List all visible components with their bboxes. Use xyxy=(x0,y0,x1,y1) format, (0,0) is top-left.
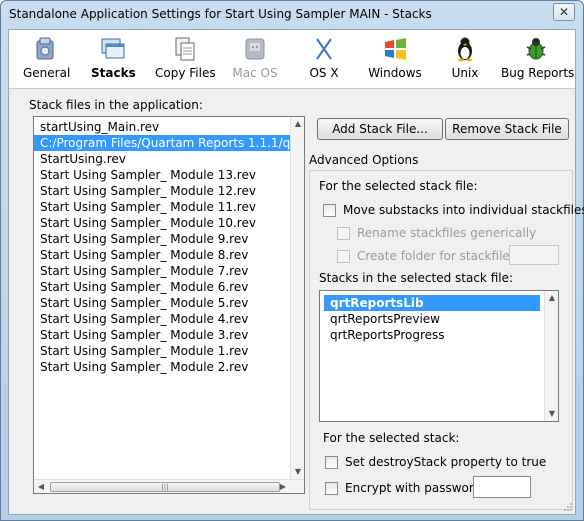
checkbox-box[interactable] xyxy=(325,455,338,469)
unix-penguin-icon xyxy=(458,37,472,62)
checkbox-box[interactable] xyxy=(325,481,338,495)
list-item[interactable]: qrtReportsPreview xyxy=(324,311,558,327)
stack-files-label: Stack files in the application: xyxy=(29,98,203,112)
horizontal-scrollbar[interactable]: ◀ ||| ▶ xyxy=(34,479,304,493)
close-icon: ✕ xyxy=(558,5,570,19)
settings-window: Standalone Application Settings for Star… xyxy=(0,0,584,521)
list-item[interactable]: Start Using Sampler_ Module 10.rev xyxy=(34,215,304,231)
encrypt-checkbox[interactable]: Encrypt with password: xyxy=(325,481,485,495)
list-item[interactable]: Start Using Sampler_ Module 6.rev xyxy=(34,279,304,295)
windows-icon xyxy=(385,38,406,60)
list-item[interactable]: Start Using Sampler_ Module 8.rev xyxy=(34,247,304,263)
list-item[interactable]: Start Using Sampler_ Module 13.rev xyxy=(34,167,304,183)
list-item[interactable]: qrtReportsProgress xyxy=(324,327,558,343)
list-item-selected[interactable]: qrtReportsLib xyxy=(324,295,540,311)
tab-general[interactable]: General xyxy=(23,35,71,85)
scroll-up-arrow-icon[interactable]: ▲ xyxy=(291,117,304,131)
scroll-up-arrow-icon[interactable]: ▲ xyxy=(545,291,558,305)
client-area: General Stacks Copy Files Mac OS OS X Wi… xyxy=(8,29,584,515)
mac-os-icon xyxy=(245,38,265,60)
checkbox-box[interactable] xyxy=(337,249,350,263)
vertical-scrollbar[interactable]: ▲ ▼ xyxy=(544,291,558,421)
create-folder-checkbox[interactable]: Create folder for stackfiles: xyxy=(337,249,520,263)
vertical-scrollbar[interactable]: ▲ ▼ xyxy=(290,117,304,479)
list-item[interactable]: Start Using Sampler_ Module 2.rev xyxy=(34,359,304,375)
selected-stack-label: For the selected stack: xyxy=(323,431,460,445)
list-item[interactable]: Start Using Sampler_ Module 9.rev xyxy=(34,231,304,247)
add-stack-file-button[interactable]: Add Stack File... xyxy=(317,118,443,140)
tab-bug-reports[interactable]: Bug Reports xyxy=(501,35,575,85)
tab-unix-label: Unix xyxy=(451,66,479,80)
list-item[interactable]: Start Using Sampler_ Module 1.rev xyxy=(34,343,304,359)
destroy-stack-checkbox[interactable]: Set destroyStack property to true xyxy=(325,455,546,469)
list-item[interactable]: Start Using Sampler_ Module 4.rev xyxy=(34,311,304,327)
list-item[interactable]: Start Using Sampler_ Module 11.rev xyxy=(34,199,304,215)
stacks-in-file-label: Stacks in the selected stack file: xyxy=(319,271,514,285)
tab-copy-files[interactable]: Copy Files xyxy=(155,35,216,85)
rename-generically-label: Rename stackfiles generically xyxy=(357,226,537,240)
stack-files-rows: startUsing_Main.rev C:/Program Files/Qua… xyxy=(34,117,304,375)
advanced-options-title: Advanced Options xyxy=(309,153,419,167)
move-substacks-label: Move substacks into individual stackfile… xyxy=(343,203,584,217)
title-bar[interactable]: Standalone Application Settings for Star… xyxy=(1,1,583,28)
tab-os-x-label: OS X xyxy=(309,66,339,80)
move-substacks-checkbox[interactable]: Move substacks into individual stackfile… xyxy=(323,203,584,217)
copy-files-icon xyxy=(175,37,195,61)
list-item[interactable]: Start Using Sampler_ Module 3.rev xyxy=(34,327,304,343)
selected-stack-file-label: For the selected stack file: xyxy=(319,179,478,193)
tab-stacks[interactable]: Stacks xyxy=(91,35,136,85)
encrypt-label: Encrypt with password: xyxy=(345,481,486,495)
tab-bug-reports-label: Bug Reports xyxy=(501,66,575,80)
password-field[interactable] xyxy=(473,476,531,498)
stacks-rows: qrtReportsLib qrtReportsPreview qrtRepor… xyxy=(320,291,558,343)
toolbar-divider xyxy=(9,88,575,89)
tab-mac-os[interactable]: Mac OS xyxy=(231,35,279,85)
list-item-selected[interactable]: C:/Program Files/Quartam Reports 1.1.1/q… xyxy=(34,135,304,151)
stacks-list[interactable]: qrtReportsLib qrtReportsPreview qrtRepor… xyxy=(319,290,559,422)
scroll-down-arrow-icon[interactable]: ▼ xyxy=(545,407,558,421)
list-item[interactable]: Start Using Sampler_ Module 12.rev xyxy=(34,183,304,199)
list-item[interactable]: startUsing_Main.rev xyxy=(34,119,304,135)
tab-mac-os-label: Mac OS xyxy=(232,66,278,80)
rename-generically-checkbox[interactable]: Rename stackfiles generically xyxy=(337,226,536,240)
tab-copy-files-label: Copy Files xyxy=(155,66,216,80)
stack-files-list[interactable]: startUsing_Main.rev C:/Program Files/Qua… xyxy=(33,116,305,494)
list-item[interactable]: Start Using Sampler_ Module 7.rev xyxy=(34,263,304,279)
list-item[interactable]: StartUsing.rev xyxy=(34,151,304,167)
tab-unix[interactable]: Unix xyxy=(449,35,481,85)
scroll-left-arrow-icon[interactable]: ◀ xyxy=(34,480,48,493)
stacks-icon xyxy=(101,38,125,59)
bug-icon xyxy=(526,38,546,60)
tab-os-x[interactable]: OS X xyxy=(307,35,341,85)
resize-grip-icon[interactable] xyxy=(563,502,573,512)
checkbox-box[interactable] xyxy=(337,226,350,240)
scroll-down-arrow-icon[interactable]: ▼ xyxy=(291,465,304,479)
toolbar: General Stacks Copy Files Mac OS OS X Wi… xyxy=(9,30,575,88)
folder-name-field[interactable] xyxy=(509,245,559,265)
scroll-right-arrow-icon[interactable]: ▶ xyxy=(276,480,290,493)
general-settings-icon xyxy=(36,37,54,60)
tab-windows-label: Windows xyxy=(368,66,422,80)
list-item[interactable]: Start Using Sampler_ Module 5.rev xyxy=(34,295,304,311)
checkbox-box[interactable] xyxy=(323,203,336,217)
tab-general-label: General xyxy=(23,66,71,80)
create-folder-label: Create folder for stackfiles: xyxy=(357,249,521,263)
destroy-stack-label: Set destroyStack property to true xyxy=(345,455,547,469)
tab-stacks-label: Stacks xyxy=(91,66,136,80)
tab-windows[interactable]: Windows xyxy=(367,35,423,85)
window-title: Standalone Application Settings for Star… xyxy=(9,7,432,21)
os-x-icon xyxy=(316,38,332,60)
remove-stack-file-button[interactable]: Remove Stack File xyxy=(445,118,569,140)
horizontal-scroll-thumb[interactable]: ||| xyxy=(50,482,280,492)
close-button[interactable]: ✕ xyxy=(553,3,575,21)
